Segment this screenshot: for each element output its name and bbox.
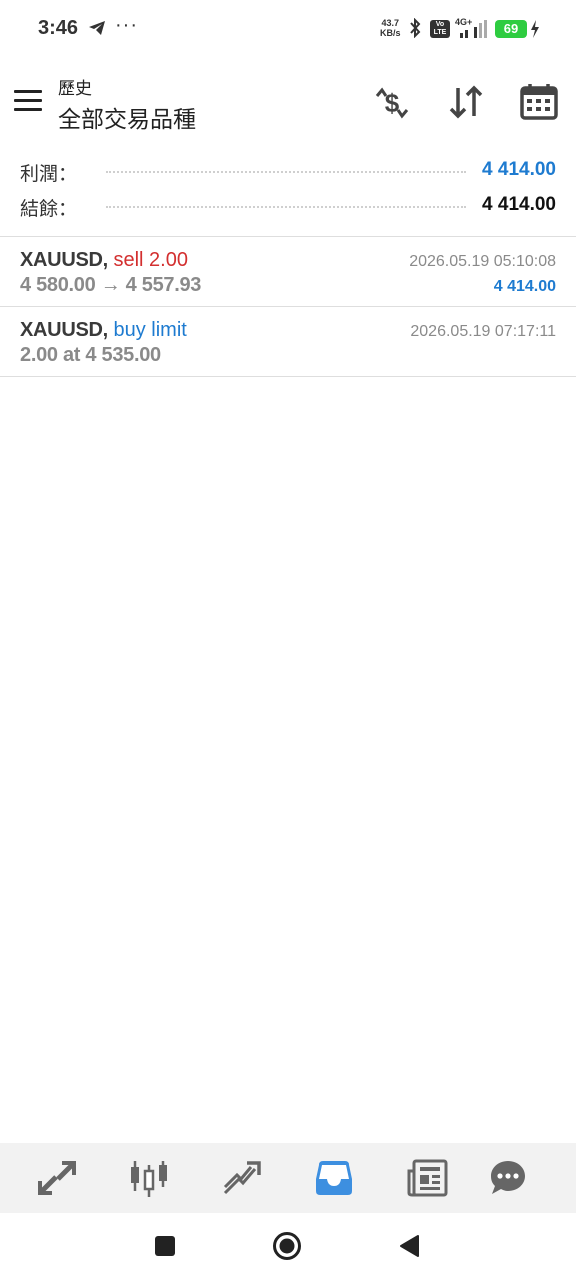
profit-value: 4 414.00 [482,159,556,180]
status-time: 3:46 [38,17,79,39]
chat-icon[interactable] [487,1157,529,1199]
dotted-leader [106,171,466,173]
sort-icon[interactable] [446,82,486,122]
profit-label: 利潤： [20,164,78,185]
trade-time: 2026.05.19 07:17:11 [410,323,556,340]
recents-icon[interactable] [154,1235,176,1257]
system-navigation-bar [0,1213,576,1280]
trade-title: XAUUSD, buy limit [20,319,187,342]
currency-dollar-icon[interactable]: $ [372,82,412,122]
trade-detail: 2.00 at 4 535.00 [20,344,161,366]
page-subtitle: 歷史 [58,79,92,98]
back-icon[interactable] [398,1234,420,1258]
quotes-icon[interactable] [36,1157,78,1199]
status-bar: 3:46 ··· 43.7 KB/s Vo LTE 4G+ 69 [0,0,576,60]
trade-action: sell 2.00 [113,249,188,271]
charging-icon [530,20,540,43]
bottom-navigation [0,1143,576,1213]
balance-label: 結餘： [20,199,78,220]
trade-action: buy limit [113,319,187,341]
trade-row[interactable]: XAUUSD, buy limit 2.00 at 4 535.00 2026.… [0,307,576,376]
network-speed: 43.7 KB/s [380,18,401,38]
trade-symbol: XAUUSD, [20,319,108,341]
trade-icon[interactable] [221,1157,263,1199]
divider [0,376,576,377]
battery-icon: 69 [495,20,527,38]
svg-text:$: $ [385,88,400,118]
trade-time: 2026.05.19 05:10:08 [409,253,556,270]
balance-value: 4 414.00 [482,194,556,215]
dotted-leader [106,206,466,208]
menu-icon[interactable] [14,90,42,112]
bluetooth-icon [408,17,422,43]
app-header: 歷史 全部交易品種 $ [0,60,576,144]
news-icon[interactable] [406,1157,448,1199]
trade-profit: 4 414.00 [493,278,556,295]
history-icon[interactable] [313,1157,355,1199]
trade-symbol: XAUUSD, [20,249,108,271]
more-notifications-icon: ··· [115,14,138,36]
profit-row: 利潤： 4 414.00 [20,155,556,185]
trade-detail: 4 580.00 → 4 557.93 [20,274,202,296]
trade-row[interactable]: XAUUSD, sell 2.00 4 580.00 → 4 557.93 20… [0,237,576,306]
home-icon[interactable] [272,1231,302,1261]
page-title[interactable]: 全部交易品種 [58,100,196,134]
volte-icon: Vo LTE [430,20,450,38]
trade-title: XAUUSD, sell 2.00 [20,249,188,272]
balance-row: 結餘： 4 414.00 [20,190,556,220]
signal-icon [460,20,488,43]
calendar-icon[interactable] [519,82,559,122]
chart-icon[interactable] [128,1157,170,1199]
telegram-icon [88,20,106,41]
